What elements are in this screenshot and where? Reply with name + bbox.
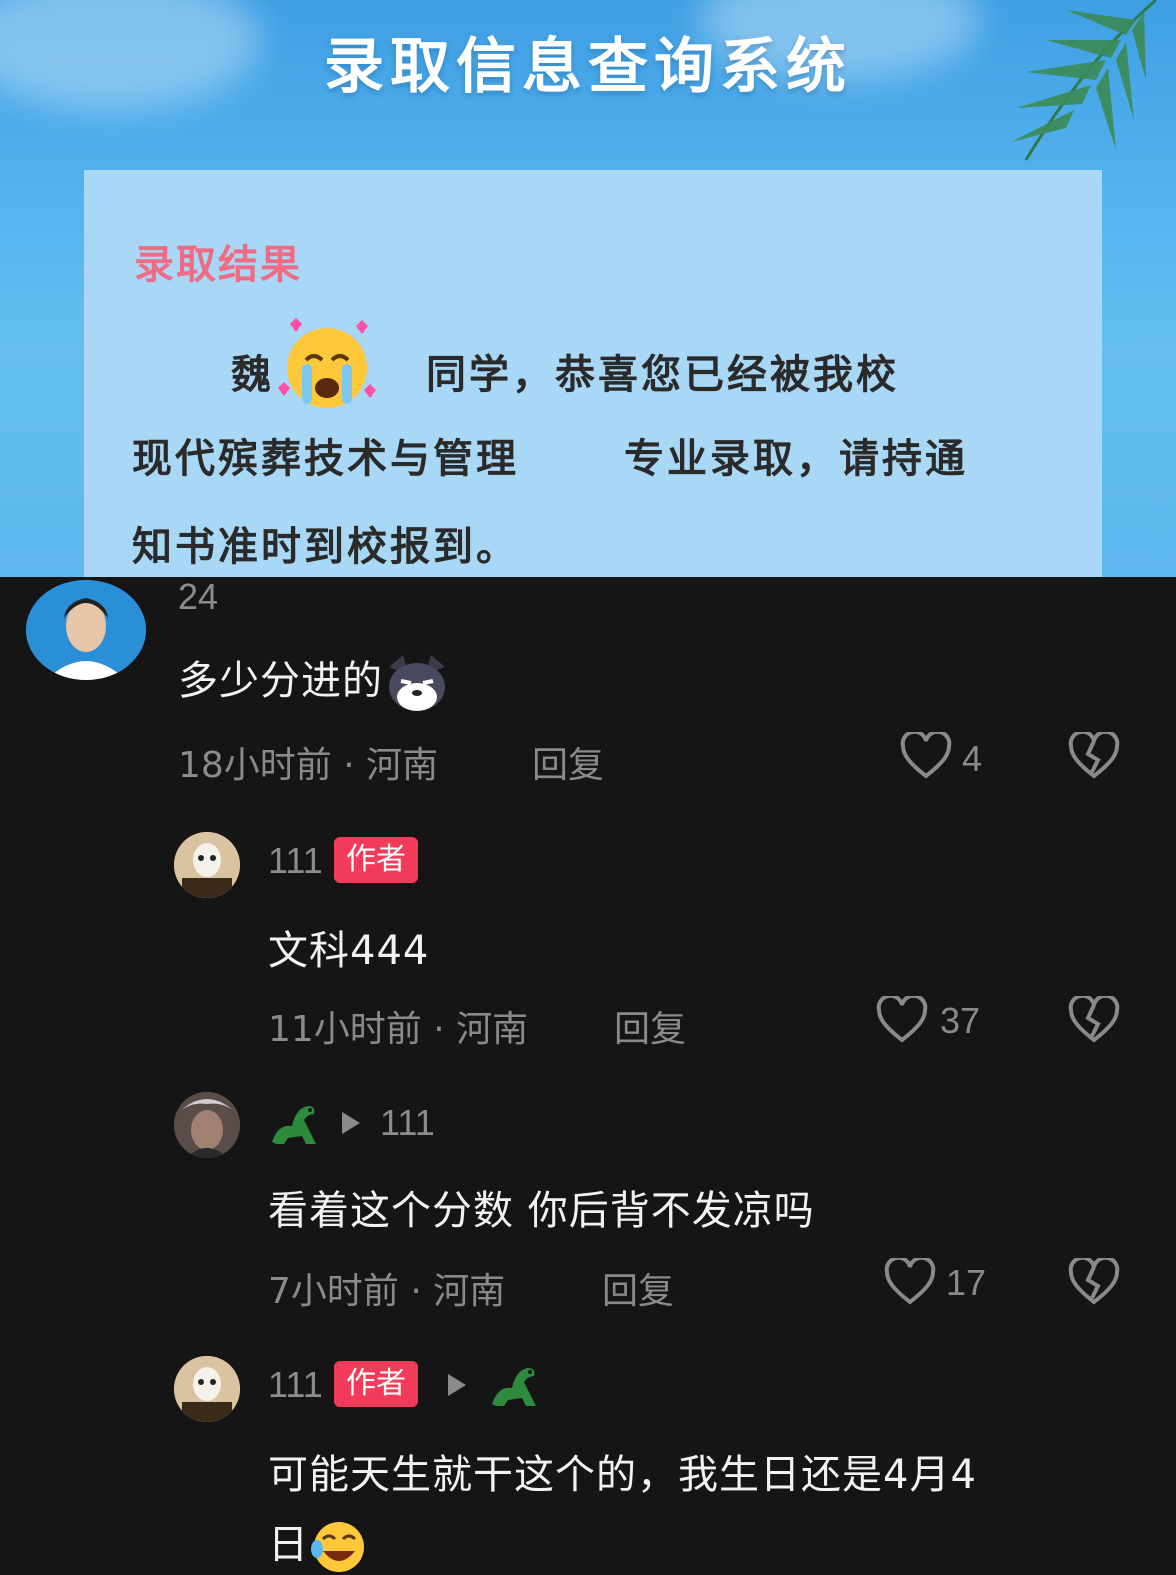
comment-meta: 11小时前 · 河南 (268, 1009, 529, 1050)
broken-heart-icon[interactable] (1068, 1258, 1120, 1306)
comment-text: 看着这个分数 你后背不发凉吗 (268, 1188, 815, 1234)
palm-leaf-decoration (1011, 0, 1156, 161)
dinosaur-emoji (492, 1368, 536, 1406)
like-count: 17 (946, 1262, 987, 1303)
comment-meta: 7小时前 · 河南 (268, 1271, 506, 1312)
comment-username[interactable]: 24 (178, 576, 218, 618)
avatar[interactable] (174, 1356, 240, 1422)
dinosaur-emoji (272, 1106, 316, 1144)
result-heading: 录取结果 (134, 242, 302, 288)
reply-button[interactable]: 回复 (532, 736, 604, 788)
user-photo-icon (174, 1092, 240, 1158)
result-card: 录取结果 魏 同学，恭喜您已经被我校 现代殡葬技术与管理 专业录取，请持通 知书… (84, 170, 1102, 577)
comment-text: 多少分进的 (178, 648, 451, 713)
reply-button[interactable]: 回复 (614, 1000, 686, 1052)
report-text: 知书准时到校报到。 (132, 524, 519, 570)
heart-outline-icon[interactable] (884, 1258, 936, 1306)
congrats-text: 同学，恭喜您已经被我校 (426, 352, 899, 398)
like-count: 37 (940, 1000, 981, 1041)
comment-text-content: 日 (268, 1522, 309, 1568)
reply-arrow-icon (342, 1112, 360, 1134)
comment-text: 文科444 (268, 928, 430, 974)
broken-heart-icon[interactable] (1068, 732, 1120, 780)
crying-face-emoji (278, 318, 376, 408)
comment-text-line: 可能天生就干这个的，我生日还是4月4 (268, 1452, 977, 1498)
avatar[interactable] (26, 580, 146, 680)
admission-banner: 录取信息查询系统 录取结果 魏 同学，恭喜您已经被我校 现代殡葬技术与管理 专业… (0, 0, 1176, 577)
reply-button[interactable]: 回复 (602, 1262, 674, 1314)
heart-outline-icon[interactable] (876, 996, 928, 1044)
reply-arrow-icon (448, 1374, 466, 1396)
user-photo-icon (26, 580, 146, 680)
avatar[interactable] (174, 832, 240, 898)
comment-text-content: 多少分进的 (178, 658, 383, 704)
comment-text-line: 日 (268, 1512, 369, 1575)
reply-target-username[interactable]: 111 (380, 1102, 435, 1144)
like-count: 4 (962, 738, 983, 779)
comment-meta: 18小时前 · 河南 (178, 745, 439, 786)
comment-username[interactable]: 111 (268, 1364, 323, 1406)
author-badge: 作者 (334, 1361, 418, 1407)
rolling-laugh-emoji (311, 1522, 364, 1572)
author-badge: 作者 (334, 837, 418, 883)
user-photo-icon (174, 832, 240, 898)
major-name: 现代殡葬技术与管理 (132, 436, 519, 482)
student-name: 魏 (231, 352, 274, 398)
admission-text: 专业录取，请持通 (624, 436, 968, 482)
smirking-dog-emoji (389, 655, 445, 711)
comment-username[interactable]: 111 (268, 840, 323, 882)
heart-outline-icon[interactable] (900, 732, 952, 780)
broken-heart-icon[interactable] (1068, 996, 1120, 1044)
user-photo-icon (174, 1356, 240, 1422)
avatar[interactable] (174, 1092, 240, 1158)
